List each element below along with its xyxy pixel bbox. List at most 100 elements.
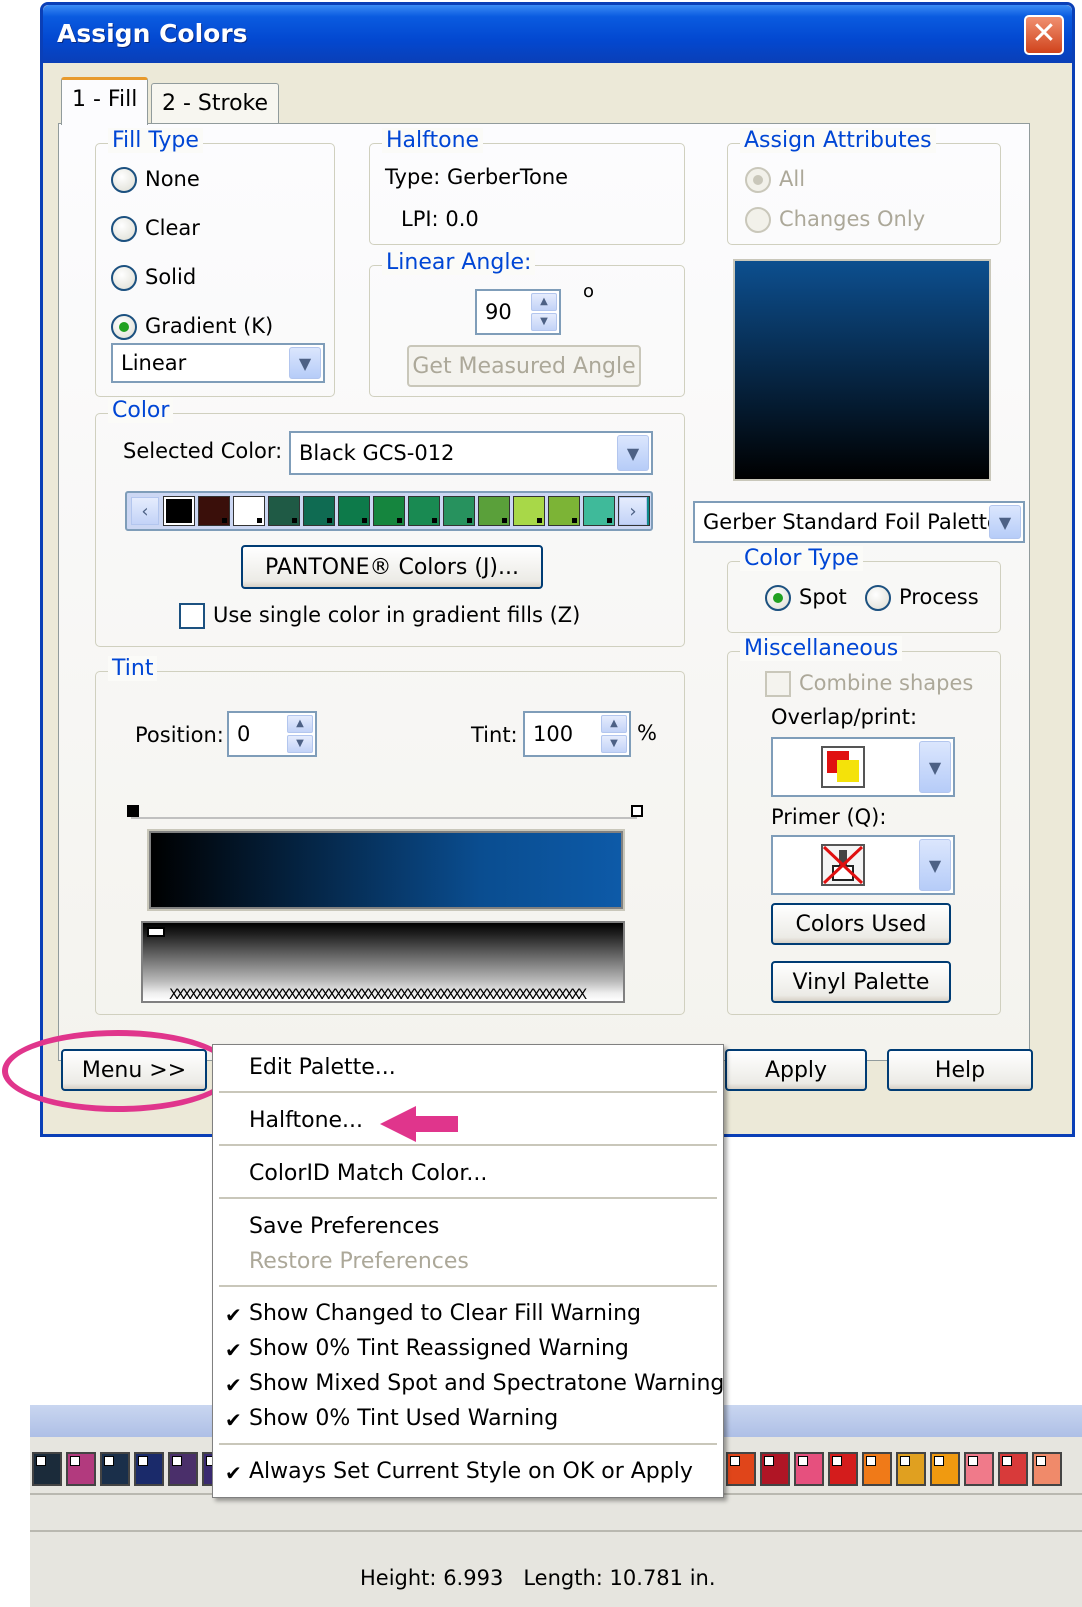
palette-swatch[interactable] (408, 496, 440, 526)
palette-swatch[interactable] (443, 496, 475, 526)
overlap-print-select[interactable]: ▼ (771, 737, 955, 797)
pantone-colors-button[interactable]: PANTONE® Colors (J)... (241, 545, 543, 589)
gradient-style-select[interactable]: Linear ▼ (111, 343, 325, 383)
fill-solid-radio[interactable] (111, 265, 137, 291)
menu-item-clear-fill-warning[interactable]: Show Changed to Clear Fill Warning (249, 1301, 641, 1326)
close-button[interactable]: ✕ (1024, 15, 1064, 55)
menu-item-halftone[interactable]: Halftone... (249, 1108, 363, 1133)
tint-percent-label: % (637, 721, 657, 745)
chevron-down-icon[interactable]: ▼ (919, 741, 951, 793)
app-swatch[interactable] (1032, 1452, 1062, 1486)
fill-gradient-radio[interactable] (111, 314, 137, 340)
spin-up-icon[interactable]: ▲ (287, 715, 313, 733)
chevron-down-icon[interactable]: ▼ (989, 505, 1021, 539)
close-icon: ✕ (1031, 16, 1057, 51)
chevron-down-icon[interactable]: ▼ (617, 435, 649, 471)
spin-down-icon[interactable]: ▼ (287, 735, 313, 753)
palette-swatch[interactable] (233, 496, 265, 526)
assign-colors-dialog: Assign Colors ✕ 1 - Fill 2 - Stroke Fill… (40, 2, 1075, 1137)
app-swatch[interactable] (168, 1452, 198, 1486)
chevron-down-icon[interactable]: ▼ (289, 347, 321, 379)
app-swatch[interactable] (134, 1452, 164, 1486)
spin-up-icon[interactable]: ▲ (531, 293, 557, 311)
menu-item-colorid-match[interactable]: ColorID Match Color... (249, 1161, 487, 1186)
spin-up-icon[interactable]: ▲ (601, 715, 627, 733)
tab-stroke[interactable]: 2 - Stroke (151, 83, 280, 125)
menu-item-always-set-style[interactable]: Always Set Current Style on OK or Apply (249, 1459, 693, 1484)
app-swatch[interactable] (66, 1452, 96, 1486)
gradient-stop-end[interactable] (631, 805, 643, 817)
gradient-stop-track[interactable] (131, 805, 637, 819)
get-measured-angle-button[interactable]: Get Measured Angle (407, 345, 641, 387)
menu-item-restore-preferences[interactable]: Restore Preferences (249, 1249, 469, 1274)
single-color-gradient-checkbox[interactable] (179, 603, 205, 629)
assign-attributes-legend: Assign Attributes (740, 128, 936, 153)
tint-ramp-marker[interactable] (147, 927, 165, 937)
help-button-label: Help (934, 1057, 986, 1083)
menu-item-tint-reassigned-warning[interactable]: Show 0% Tint Reassigned Warning (249, 1336, 629, 1361)
spin-down-icon[interactable]: ▼ (601, 735, 627, 753)
app-swatch[interactable] (862, 1452, 892, 1486)
app-swatch[interactable] (32, 1452, 62, 1486)
palette-swatch[interactable] (373, 496, 405, 526)
overlap-print-icon (821, 746, 865, 788)
attributes-changes-radio[interactable] (745, 207, 771, 233)
position-spinner[interactable]: 0 ▲ ▼ (227, 711, 317, 757)
primer-select[interactable]: ▼ (771, 835, 955, 895)
attributes-all-radio[interactable] (745, 167, 771, 193)
menu-item-edit-palette[interactable]: Edit Palette... (249, 1055, 396, 1080)
vinyl-palette-button[interactable]: Vinyl Palette (771, 961, 951, 1003)
checkmark-icon: ✔ (225, 1373, 242, 1397)
palette-swatch[interactable] (268, 496, 300, 526)
get-measured-angle-label: Get Measured Angle (412, 353, 636, 379)
gradient-stop-start[interactable] (127, 805, 139, 817)
chevron-right-icon[interactable]: › (619, 497, 647, 525)
chevron-left-icon[interactable]: ‹ (131, 497, 159, 525)
title-bar[interactable]: Assign Colors ✕ (43, 5, 1072, 63)
menu-item-mixed-spot-warning[interactable]: Show Mixed Spot and Spectratone Warning (249, 1371, 724, 1396)
menu-item-tint-used-warning[interactable]: Show 0% Tint Used Warning (249, 1406, 558, 1431)
app-swatch[interactable] (100, 1452, 130, 1486)
palette-swatch[interactable] (198, 496, 230, 526)
palette-swatches (163, 496, 650, 526)
help-button[interactable]: Help (887, 1049, 1033, 1091)
app-swatch[interactable] (930, 1452, 960, 1486)
tint-label: Tint: (471, 723, 518, 747)
menu-highlight-annotation (2, 1030, 234, 1112)
color-type-process-radio[interactable] (865, 585, 891, 611)
selected-color-select[interactable]: Black GCS-012 ▼ (289, 431, 653, 475)
palette-swatch[interactable] (583, 496, 615, 526)
palette-swatch[interactable] (513, 496, 545, 526)
menu-separator (219, 1443, 717, 1445)
app-swatch[interactable] (726, 1452, 756, 1486)
linear-angle-spinner[interactable]: 90 ▲ ▼ (475, 289, 561, 335)
app-swatch[interactable] (760, 1452, 790, 1486)
fill-solid-label: Solid (145, 265, 197, 289)
spin-down-icon[interactable]: ▼ (531, 313, 557, 331)
tint-spinner[interactable]: 100 ▲ ▼ (523, 711, 631, 757)
color-type-spot-radio[interactable] (765, 585, 791, 611)
palette-swatch[interactable] (478, 496, 510, 526)
palette-swatch[interactable] (548, 496, 580, 526)
tab-fill[interactable]: 1 - Fill (61, 77, 149, 125)
color-palette-strip: ‹ › (125, 491, 653, 531)
halftone-type-label: Type: (385, 165, 441, 189)
palette-swatch[interactable] (303, 496, 335, 526)
combine-shapes-checkbox[interactable] (765, 671, 791, 697)
app-swatch[interactable] (964, 1452, 994, 1486)
palette-swatch[interactable] (163, 496, 195, 526)
halftone-legend: Halftone (382, 128, 484, 153)
menu-item-save-preferences[interactable]: Save Preferences (249, 1214, 439, 1239)
fill-clear-radio[interactable] (111, 216, 137, 242)
app-swatch[interactable] (896, 1452, 926, 1486)
chevron-down-icon[interactable]: ▼ (919, 839, 951, 891)
fill-none-radio[interactable] (111, 167, 137, 193)
app-swatch[interactable] (794, 1452, 824, 1486)
apply-button[interactable]: Apply (725, 1049, 867, 1091)
checkmark-icon: ✔ (225, 1408, 242, 1432)
palette-select[interactable]: Gerber Standard Foil Palette ▼ (693, 501, 1025, 543)
app-swatch[interactable] (828, 1452, 858, 1486)
app-swatch[interactable] (998, 1452, 1028, 1486)
palette-swatch[interactable] (338, 496, 370, 526)
colors-used-button[interactable]: Colors Used (771, 903, 951, 945)
